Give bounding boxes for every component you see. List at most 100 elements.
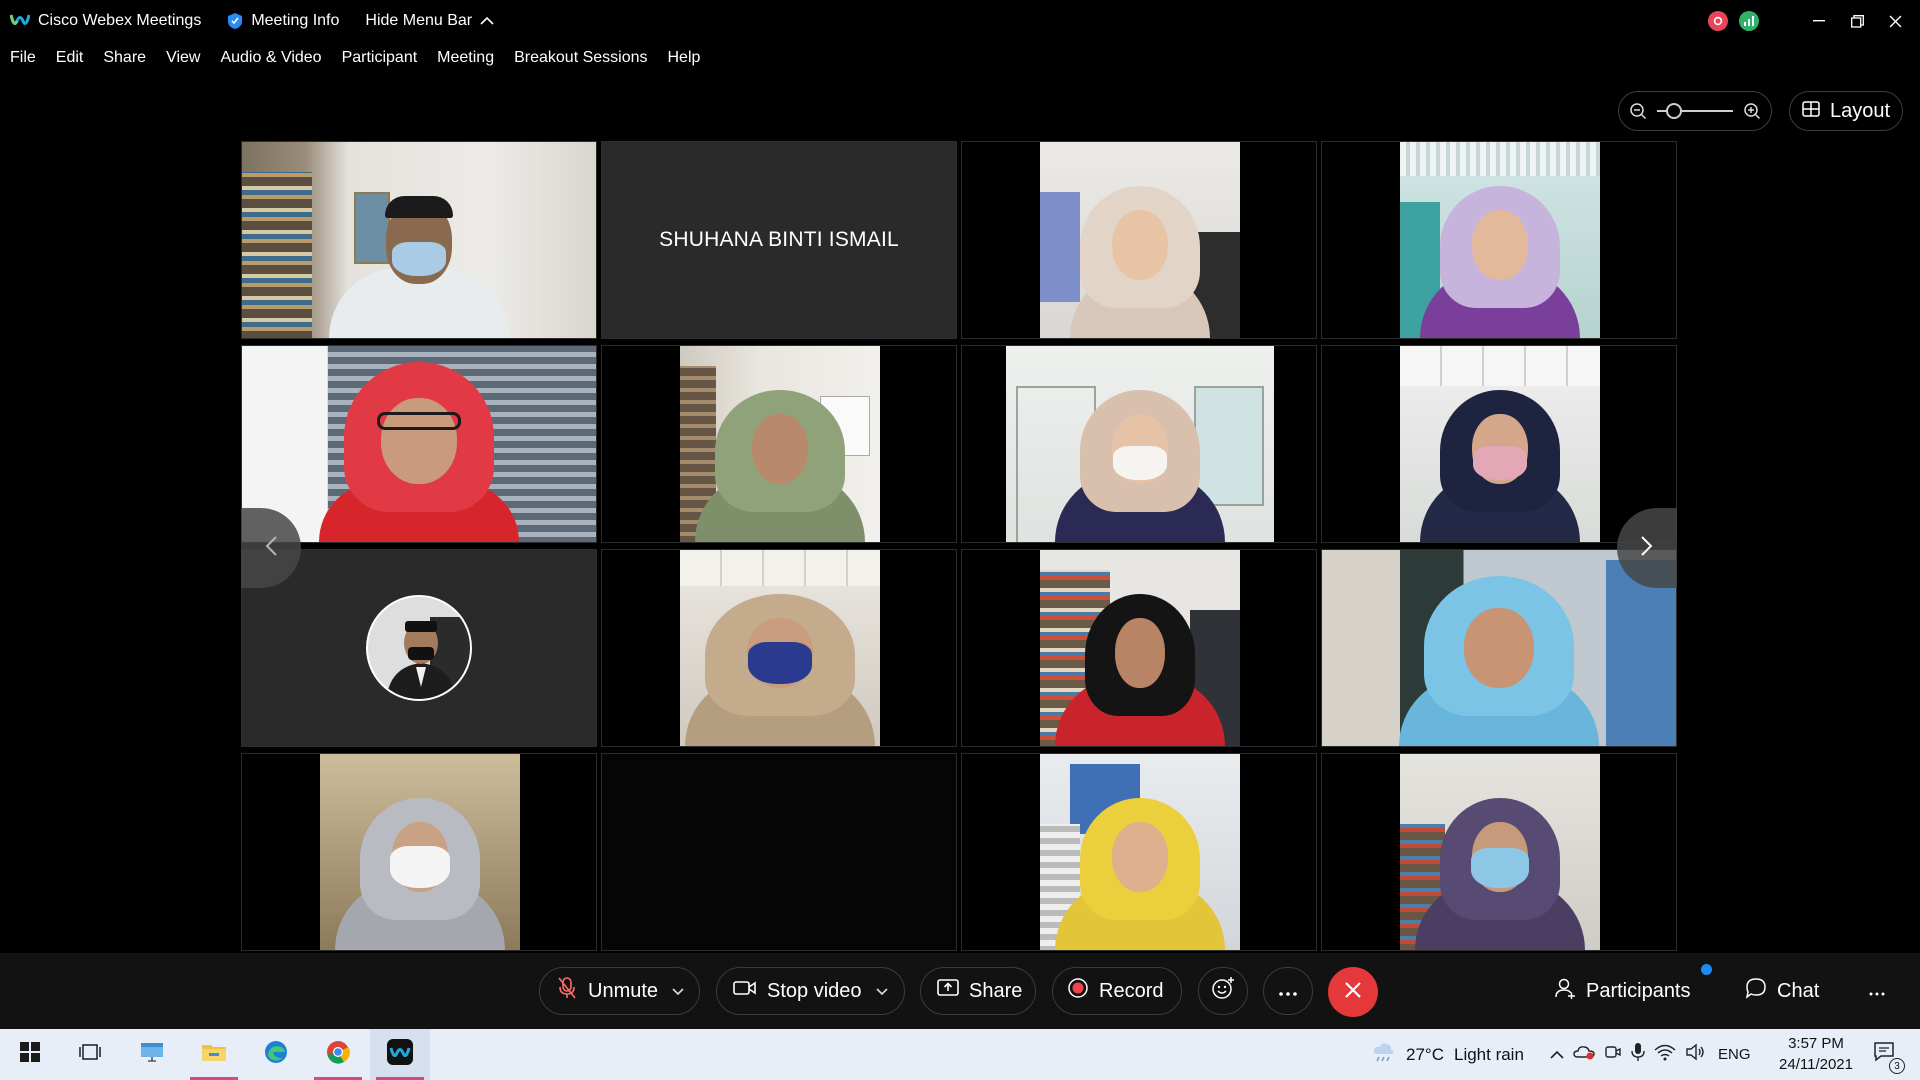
onedrive-icon[interactable] [1573, 1044, 1595, 1065]
menu-share[interactable]: Share [103, 49, 146, 67]
app-title-text: Cisco Webex Meetings [38, 12, 202, 29]
folder-icon [201, 1041, 227, 1068]
notification-center-button[interactable]: 3 [1855, 1029, 1915, 1080]
taskbar-app-file-explorer[interactable] [184, 1029, 244, 1080]
video-tile-3[interactable] [961, 141, 1317, 339]
zoom-slider[interactable] [1657, 101, 1733, 121]
participant-video [242, 346, 596, 542]
webex-app-icon [386, 1038, 414, 1071]
recording-status-icon[interactable] [1708, 11, 1728, 31]
menu-audio-video[interactable]: Audio & Video [220, 49, 321, 67]
video-tile-14[interactable] [601, 753, 957, 951]
video-tile-16[interactable] [1321, 753, 1677, 951]
menu-participant[interactable]: Participant [342, 49, 418, 67]
menu-file[interactable]: File [10, 49, 36, 67]
menu-help[interactable]: Help [668, 49, 701, 67]
wifi-icon[interactable] [1654, 1043, 1676, 1066]
video-tile-15[interactable] [961, 753, 1317, 951]
bookshelf [242, 172, 312, 338]
record-label: Record [1099, 979, 1164, 1002]
participants-button[interactable]: Participants [1554, 967, 1691, 1015]
ceiling [1400, 142, 1600, 176]
participant-figure [1420, 390, 1580, 542]
unmute-label: Unmute [588, 979, 659, 1002]
taskbar-app-webex[interactable] [370, 1029, 430, 1080]
stop-video-label: Stop video [767, 979, 862, 1002]
share-button[interactable]: Share [920, 967, 1036, 1015]
stop-video-button[interactable]: Stop video [716, 967, 905, 1015]
menu-edit[interactable]: Edit [56, 49, 84, 67]
menu-breakout-sessions[interactable]: Breakout Sessions [514, 49, 647, 67]
windows-taskbar: 27°C Light rain ENG 3:57 PM 24/11/2021 3 [0, 1029, 1920, 1080]
chat-button[interactable]: Chat [1745, 967, 1819, 1015]
more-options-button[interactable] [1263, 967, 1313, 1015]
video-tile-7[interactable] [961, 345, 1317, 543]
weather-rain-icon [1372, 1041, 1396, 1068]
video-tile-6[interactable] [601, 345, 957, 543]
chevron-up-icon[interactable] [1550, 1045, 1564, 1065]
close-window-icon[interactable] [1876, 0, 1914, 42]
taskbar-app-computer[interactable] [122, 1029, 182, 1080]
weather-temperature: 27°C [1406, 1044, 1444, 1064]
restore-icon[interactable] [1838, 0, 1876, 42]
participant-video [680, 346, 880, 542]
video-grid: SHUHANA BINTI ISMAIL [241, 141, 1677, 953]
panel-options-button[interactable] [1868, 967, 1886, 1015]
video-tile-2[interactable]: SHUHANA BINTI ISMAIL [601, 141, 957, 339]
notification-icon: 3 [1873, 1041, 1905, 1074]
record-icon [1067, 977, 1089, 1005]
weather-widget[interactable]: 27°C Light rain [1372, 1029, 1524, 1080]
meeting-control-bar: Unmute Stop video Share Record Participa… [0, 953, 1920, 1029]
participant-avatar [366, 595, 472, 701]
participant-video [1400, 754, 1600, 950]
clock-date: 24/11/2021 [1779, 1056, 1853, 1073]
zoom-out-icon[interactable] [1629, 102, 1647, 120]
leave-meeting-button[interactable] [1328, 967, 1378, 1017]
video-tile-8[interactable] [1321, 345, 1677, 543]
participant-name: SHUHANA BINTI ISMAIL [659, 228, 899, 251]
participant-video [1040, 550, 1240, 746]
layout-button[interactable]: Layout [1789, 91, 1903, 131]
video-tile-4[interactable] [1321, 141, 1677, 339]
menu-bar: File Edit Share View Audio & Video Parti… [0, 46, 720, 70]
record-button[interactable]: Record [1052, 967, 1182, 1015]
video-tile-12[interactable] [1321, 549, 1677, 747]
volume-icon[interactable] [1685, 1043, 1705, 1066]
zoom-in-icon[interactable] [1743, 102, 1761, 120]
unmute-button[interactable]: Unmute [539, 967, 700, 1015]
video-tile-9[interactable] [241, 549, 597, 747]
minimize-icon[interactable] [1800, 0, 1838, 42]
microphone-icon[interactable] [1631, 1042, 1645, 1067]
task-view-button[interactable] [60, 1029, 120, 1080]
video-tile-11[interactable] [961, 549, 1317, 747]
video-options-chevron-icon[interactable] [875, 983, 888, 999]
person-icon [1554, 977, 1576, 1005]
participant-video [1040, 754, 1240, 950]
reactions-button[interactable] [1198, 967, 1248, 1015]
layout-grid-icon [1802, 100, 1820, 123]
meeting-info-label: Meeting Info [251, 12, 340, 29]
participant-figure [319, 362, 519, 542]
edge-browser-icon [263, 1039, 289, 1070]
menu-view[interactable]: View [166, 49, 200, 67]
meeting-info-button[interactable]: Meeting Info [227, 12, 339, 30]
network-health-icon[interactable] [1739, 11, 1759, 31]
video-tile-1[interactable] [241, 141, 597, 339]
system-clock[interactable]: 3:57 PM 24/11/2021 [1770, 1033, 1862, 1075]
webex-logo-icon [10, 12, 30, 30]
taskbar-app-chrome[interactable] [308, 1029, 368, 1080]
webcam-icon[interactable] [1604, 1043, 1622, 1066]
audio-options-chevron-icon[interactable] [672, 983, 684, 999]
start-button[interactable] [0, 1029, 60, 1080]
participant-video [680, 550, 880, 746]
input-language[interactable]: ENG [1718, 1046, 1751, 1063]
video-tile-10[interactable] [601, 549, 957, 747]
zoom-slider-thumb[interactable] [1666, 103, 1682, 119]
hide-menu-bar-button[interactable]: Hide Menu Bar [365, 12, 494, 30]
video-tile-5[interactable] [241, 345, 597, 543]
video-tile-13[interactable] [241, 753, 597, 951]
participant-video [320, 754, 520, 950]
menu-meeting[interactable]: Meeting [437, 49, 494, 67]
taskbar-app-edge[interactable] [246, 1029, 306, 1080]
chevron-up-icon [480, 14, 494, 29]
